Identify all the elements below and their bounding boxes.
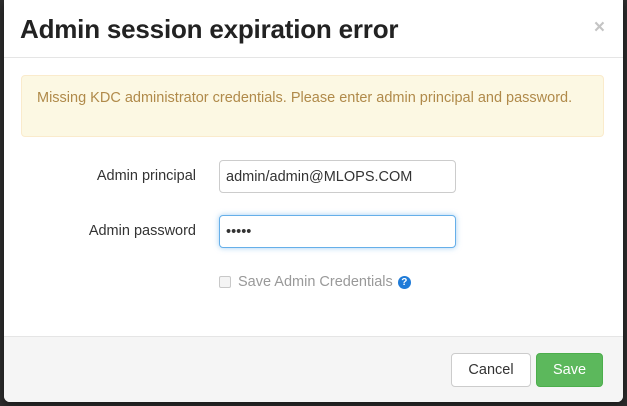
- principal-row: Admin principal: [4, 160, 623, 194]
- session-expiration-dialog: Admin session expiration error × Missing…: [4, 0, 623, 402]
- password-input[interactable]: [219, 215, 456, 248]
- principal-input[interactable]: [219, 160, 456, 193]
- dialog-header: Admin session expiration error ×: [4, 0, 623, 58]
- save-credentials-checkbox[interactable]: [219, 276, 231, 288]
- password-label: Admin password: [88, 223, 196, 239]
- cancel-button[interactable]: Cancel: [451, 353, 531, 387]
- warning-alert: Missing KDC administrator credentials. P…: [21, 75, 604, 137]
- alert-message: Missing KDC administrator credentials. P…: [37, 90, 573, 106]
- close-icon[interactable]: ×: [594, 18, 605, 37]
- password-row: Admin password: [4, 215, 623, 249]
- save-credentials-label[interactable]: Save Admin Credentials: [238, 274, 393, 290]
- dialog-title: Admin session expiration error: [20, 14, 399, 44]
- question-circle-icon[interactable]: ?: [397, 275, 411, 289]
- principal-label: Admin principal: [96, 168, 196, 184]
- save-credentials-row: Save Admin Credentials ?: [219, 272, 411, 292]
- save-button[interactable]: Save: [536, 353, 603, 387]
- dialog-footer: Cancel Save: [4, 336, 623, 402]
